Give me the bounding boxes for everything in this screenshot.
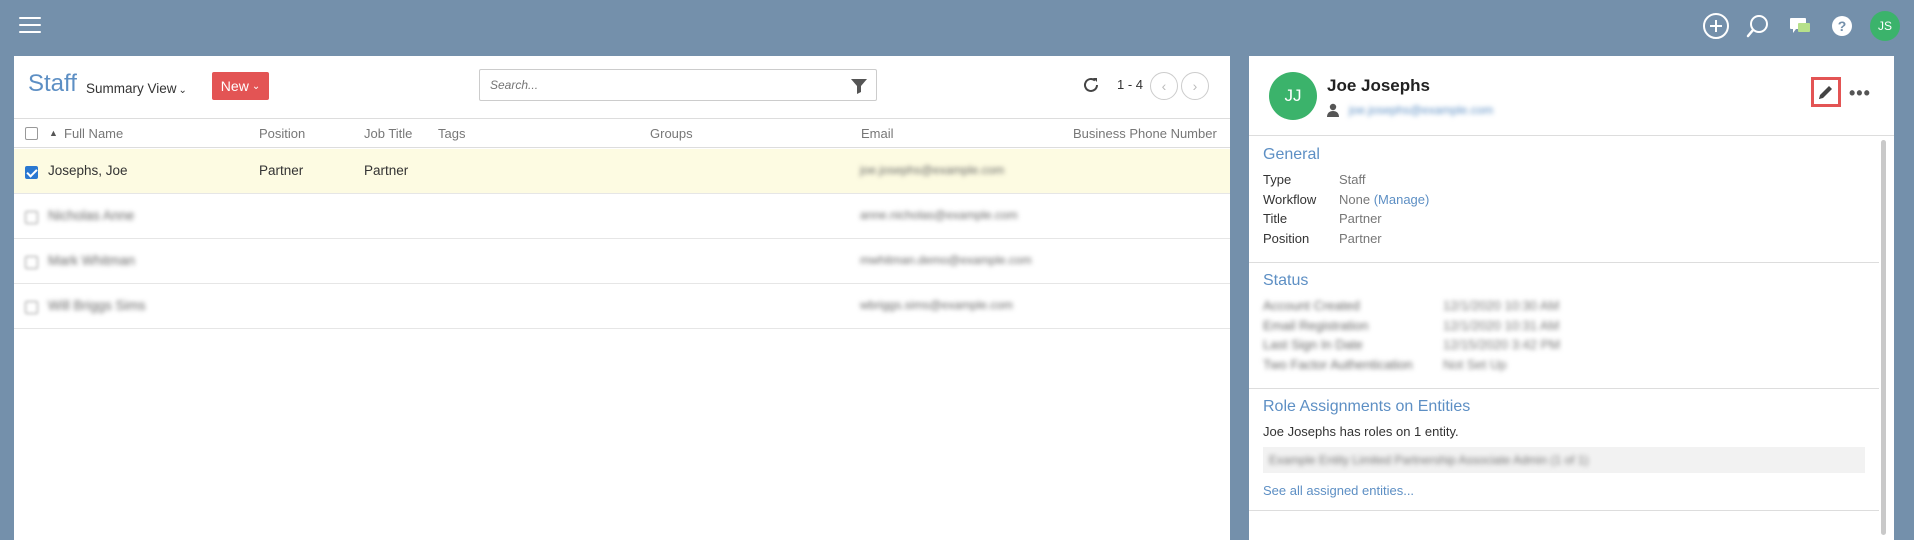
sort-asc-icon[interactable]: ▲	[49, 128, 58, 138]
field-label-workflow: Workflow	[1263, 191, 1317, 207]
column-header-job-title[interactable]: Job Title	[364, 126, 412, 141]
chevron-right-icon: ›	[1192, 78, 1198, 94]
manage-workflow-link[interactable]: (Manage)	[1374, 192, 1430, 207]
top-icons: ? JS	[1702, 11, 1900, 41]
pencil-icon	[1819, 86, 1832, 99]
row-checkbox[interactable]	[25, 256, 38, 269]
chevron-left-icon: ‹	[1161, 78, 1167, 94]
status-section: Status Account Created 12/1/2020 10:30 AM…	[1249, 263, 1879, 389]
table-header: ▲ Full Name Position Job Title Tags Grou…	[14, 118, 1230, 148]
cell-job-title: Partner	[364, 163, 409, 178]
field-value-position: Partner	[1339, 230, 1382, 246]
table-row[interactable]: Will Briggs Sims wbriggs.sims@example.co…	[14, 284, 1230, 329]
new-button[interactable]: New ⌄	[212, 72, 269, 100]
page-title: Staff	[28, 70, 77, 97]
add-icon[interactable]	[1702, 12, 1730, 40]
section-title-roles: Role Assignments on Entities	[1263, 398, 1471, 415]
chevron-down-icon: ⌄	[178, 85, 187, 96]
cell-email: wbriggs.sims@example.com	[860, 298, 1013, 312]
detail-header: JJ Joe Josephs joe.josephs@example.com •…	[1249, 56, 1894, 136]
cell-full-name: Mark Whitman	[48, 253, 136, 268]
role-entity-item[interactable]: Example Entity Limited Partnership Assoc…	[1263, 447, 1865, 473]
chevron-down-icon: ⌄	[251, 80, 261, 92]
menu-icon[interactable]	[19, 17, 41, 33]
paging-text: 1 - 4	[1117, 77, 1144, 92]
edit-button[interactable]	[1811, 77, 1841, 107]
staff-detail-panel: JJ Joe Josephs joe.josephs@example.com •…	[1249, 56, 1894, 540]
search-icon[interactable]	[1744, 12, 1772, 40]
column-header-email[interactable]: Email	[861, 126, 894, 141]
more-options-icon[interactable]: •••	[1849, 83, 1871, 104]
next-page-button[interactable]: ›	[1181, 72, 1209, 100]
list-header: Staff Summary View⌄ New⌄ 1 - 4 ‹ ›	[14, 56, 1230, 116]
view-label: Summary View	[86, 81, 177, 96]
cell-full-name: Nicholas Anne	[48, 208, 135, 223]
cell-email: joe.josephs@example.com	[860, 163, 1005, 177]
status-value: 12/1/2020 10:30 AM	[1443, 298, 1560, 313]
row-checkbox[interactable]	[25, 211, 38, 224]
status-value: 12/15/2020 3:42 PM	[1443, 337, 1561, 352]
filter-icon[interactable]	[850, 77, 868, 95]
cell-position: Partner	[259, 163, 304, 178]
top-bar: ? JS	[0, 0, 1914, 52]
row-checkbox[interactable]	[25, 166, 38, 179]
status-value: Not Set Up	[1443, 356, 1507, 372]
user-avatar[interactable]: JS	[1870, 11, 1900, 41]
status-label: Two Factor Authentication	[1263, 356, 1413, 372]
column-header-position[interactable]: Position	[259, 126, 305, 141]
status-value: 12/1/2020 10:31 AM	[1443, 317, 1560, 333]
prev-page-button[interactable]: ‹	[1150, 72, 1178, 100]
status-label: Account Created	[1263, 298, 1360, 313]
table-row[interactable]: Mark Whitman mwhitman.demo@example.com	[14, 239, 1230, 284]
column-header-business-phone[interactable]: Business Phone Number	[1073, 126, 1217, 141]
section-title-general: General	[1263, 146, 1320, 163]
role-entity-label: Example Entity Limited Partnership Assoc…	[1269, 453, 1589, 467]
select-all-checkbox[interactable]	[25, 127, 38, 140]
detail-name: Joe Josephs	[1327, 76, 1430, 95]
avatar: JJ	[1269, 72, 1317, 120]
view-selector[interactable]: Summary View ⌄	[86, 81, 187, 96]
new-button-label: New	[220, 78, 249, 94]
table-row[interactable]: Nicholas Anne anne.nicholas@example.com	[14, 194, 1230, 239]
detail-email[interactable]: joe.josephs@example.com	[1349, 103, 1493, 117]
roles-summary: Joe Josephs has roles on 1 entity.	[1263, 424, 1459, 439]
staff-list-panel: Staff Summary View⌄ New⌄ 1 - 4 ‹ › ▲ Ful…	[14, 56, 1230, 540]
cell-email: mwhitman.demo@example.com	[860, 253, 1032, 267]
column-header-groups[interactable]: Groups	[650, 126, 693, 141]
column-header-full-name[interactable]: Full Name	[64, 126, 123, 141]
search-box	[479, 69, 877, 101]
person-icon	[1327, 103, 1339, 117]
table-row[interactable]: Josephs, Joe Partner Partner joe.josephs…	[14, 149, 1230, 194]
chat-icon[interactable]	[1786, 12, 1814, 40]
field-label-title: Title	[1263, 211, 1288, 226]
field-value-type: Staff	[1339, 172, 1366, 187]
status-label: Last Sign In Date	[1263, 337, 1363, 352]
help-icon[interactable]: ?	[1828, 12, 1856, 40]
roles-section: Role Assignments on Entities Joe Josephs…	[1249, 389, 1879, 511]
detail-content: General Type Staff Workflow None (Manage) …	[1249, 137, 1879, 540]
refresh-icon[interactable]	[1082, 76, 1100, 94]
search-input[interactable]	[480, 70, 840, 100]
section-title-status: Status	[1263, 272, 1309, 289]
row-checkbox[interactable]	[25, 301, 38, 314]
field-label-type: Type	[1263, 172, 1292, 187]
column-header-tags[interactable]: Tags	[438, 126, 465, 141]
see-all-entities-link[interactable]: See all assigned entities...	[1263, 483, 1865, 498]
scrollbar[interactable]	[1881, 140, 1886, 535]
status-label: Email Registration	[1263, 317, 1369, 333]
field-value-workflow: None	[1339, 191, 1371, 207]
cell-email: anne.nicholas@example.com	[860, 208, 1018, 222]
cell-full-name: Josephs, Joe	[48, 163, 128, 178]
cell-full-name: Will Briggs Sims	[48, 298, 146, 313]
general-section: General Type Staff Workflow None (Manage) …	[1249, 137, 1879, 263]
svg-text:?: ?	[1838, 18, 1847, 34]
field-value-title: Partner	[1339, 211, 1382, 226]
field-label-position: Position	[1263, 230, 1310, 246]
